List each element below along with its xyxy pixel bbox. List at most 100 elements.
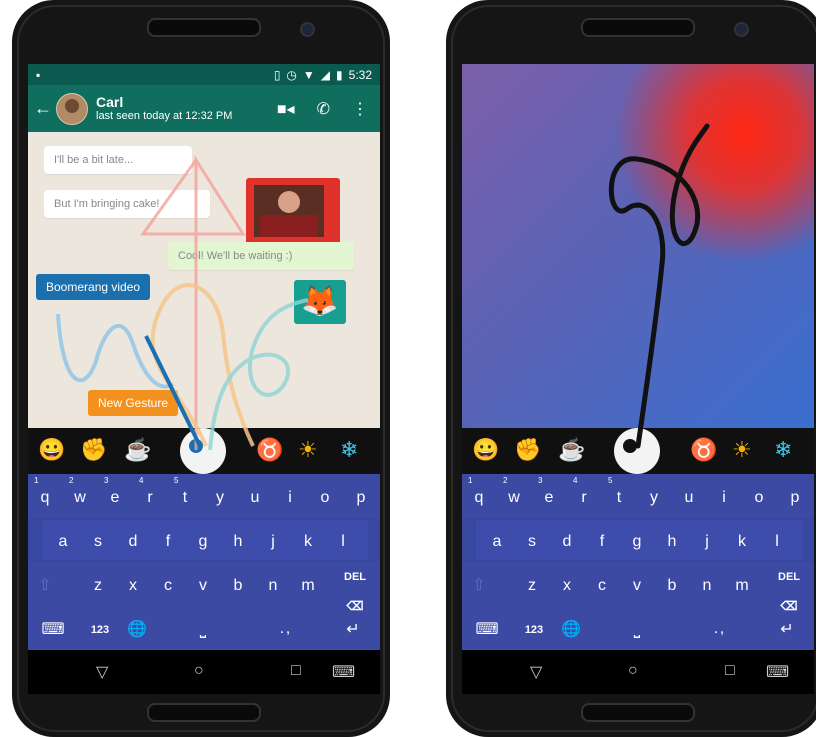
recents-nav-icon[interactable]: □ xyxy=(291,662,301,680)
space-key[interactable]: ⎵ xyxy=(592,606,682,650)
key-a[interactable]: a xyxy=(480,518,514,562)
key-w[interactable]: 2w xyxy=(63,474,97,518)
key-g[interactable]: g xyxy=(620,518,654,562)
key-k[interactable]: k xyxy=(725,518,759,562)
key-f[interactable]: f xyxy=(151,518,185,562)
key-g[interactable]: g xyxy=(186,518,220,562)
key-k[interactable]: k xyxy=(291,518,325,562)
globe-icon[interactable]: 🌐 xyxy=(554,606,588,650)
key-p[interactable]: p xyxy=(778,474,812,518)
key-f[interactable]: f xyxy=(585,518,619,562)
key-m[interactable]: m xyxy=(725,562,759,606)
key-r[interactable]: 4r xyxy=(567,474,601,518)
key-c[interactable]: c xyxy=(585,562,619,606)
home-nav-icon[interactable]: ○ xyxy=(194,662,204,680)
avatar[interactable] xyxy=(56,92,88,125)
numbers-key[interactable]: 123 xyxy=(80,606,120,650)
gesture-button[interactable] xyxy=(180,428,226,474)
shift-icon[interactable]: ⇧ xyxy=(462,562,496,606)
back-nav-icon[interactable]: ▽ xyxy=(96,662,108,682)
key-e[interactable]: 3e xyxy=(532,474,566,518)
boomerang-video-label[interactable]: Boomerang video xyxy=(36,274,151,300)
delete-key[interactable]: DEL ⌫ xyxy=(338,562,372,612)
contact-info[interactable]: Carl last seen today at 12:32 PM xyxy=(96,94,232,123)
shift-icon[interactable]: ⇧ xyxy=(28,562,62,606)
keyboard-switch-icon[interactable]: ⌨ xyxy=(332,662,355,682)
key-a[interactable]: a xyxy=(46,518,80,562)
taurus-icon[interactable]: ♉ xyxy=(690,436,717,464)
snowflake-icon[interactable]: ❄ xyxy=(774,436,792,464)
home-nav-icon[interactable]: ○ xyxy=(628,662,638,680)
key-z[interactable]: z xyxy=(81,562,115,606)
key-n[interactable]: n xyxy=(256,562,290,606)
key-y[interactable]: y xyxy=(637,474,671,518)
key-j[interactable]: j xyxy=(690,518,724,562)
globe-icon[interactable]: 🌐 xyxy=(120,606,154,650)
key-h[interactable]: h xyxy=(655,518,689,562)
smiley-face-icon[interactable]: 😀 xyxy=(38,436,65,464)
key-i[interactable]: i xyxy=(273,474,307,518)
fist-icon[interactable]: ✊ xyxy=(80,436,107,464)
numbers-key[interactable]: 123 xyxy=(514,606,554,650)
coffee-icon[interactable]: ☕ xyxy=(558,436,585,464)
keyboard-switch-icon[interactable]: ⌨ xyxy=(766,662,789,682)
smiley-face-icon[interactable]: 😀 xyxy=(472,436,499,464)
key-b[interactable]: b xyxy=(655,562,689,606)
space-key[interactable]: ⎵ xyxy=(158,606,248,650)
key-q[interactable]: 1q xyxy=(462,474,496,518)
key-m[interactable]: m xyxy=(291,562,325,606)
key-x[interactable]: x xyxy=(550,562,584,606)
key-u[interactable]: u xyxy=(238,474,272,518)
snowflake-icon[interactable]: ❄ xyxy=(340,436,358,464)
coffee-icon[interactable]: ☕ xyxy=(124,436,151,464)
image-message[interactable] xyxy=(246,178,340,248)
gesture-button[interactable] xyxy=(614,428,660,474)
key-c[interactable]: c xyxy=(151,562,185,606)
key-j[interactable]: j xyxy=(256,518,290,562)
key-l[interactable]: l xyxy=(760,518,794,562)
key-v[interactable]: v xyxy=(186,562,220,606)
key-r[interactable]: 4r xyxy=(133,474,167,518)
sun-icon[interactable]: ☀ xyxy=(298,436,318,464)
sun-icon[interactable]: ☀ xyxy=(732,436,752,464)
key-x[interactable]: x xyxy=(116,562,150,606)
back-arrow-icon[interactable]: ← xyxy=(32,98,54,119)
key-p[interactable]: p xyxy=(344,474,378,518)
punctuation-key[interactable]: . , xyxy=(702,606,736,650)
key-z[interactable]: z xyxy=(515,562,549,606)
back-nav-icon[interactable]: ▽ xyxy=(530,662,542,682)
key-o[interactable]: o xyxy=(308,474,342,518)
key-l[interactable]: l xyxy=(326,518,360,562)
key-o[interactable]: o xyxy=(742,474,776,518)
key-v[interactable]: v xyxy=(620,562,654,606)
delete-key[interactable]: DEL ⌫ xyxy=(772,562,806,612)
enter-icon[interactable]: ↵ xyxy=(770,606,804,650)
key-t[interactable]: 5t xyxy=(602,474,636,518)
phone-call-icon[interactable]: ✆ xyxy=(317,99,330,119)
key-d[interactable]: d xyxy=(550,518,584,562)
more-vert-icon[interactable]: ⋮ xyxy=(352,99,368,119)
taurus-icon[interactable]: ♉ xyxy=(256,436,283,464)
key-q[interactable]: 1q xyxy=(28,474,62,518)
key-s[interactable]: s xyxy=(515,518,549,562)
key-w[interactable]: 2w xyxy=(497,474,531,518)
key-d[interactable]: d xyxy=(116,518,150,562)
key-n[interactable]: n xyxy=(690,562,724,606)
enter-icon[interactable]: ↵ xyxy=(336,606,370,650)
key-i[interactable]: i xyxy=(707,474,741,518)
key-e[interactable]: 3e xyxy=(98,474,132,518)
fox-sticker[interactable]: 🦊 xyxy=(294,280,346,324)
key-t[interactable]: 5t xyxy=(168,474,202,518)
keyboard-icon[interactable]: ⌨ xyxy=(36,606,70,650)
key-y[interactable]: y xyxy=(203,474,237,518)
key-u[interactable]: u xyxy=(672,474,706,518)
video-call-icon[interactable]: ■◂ xyxy=(277,99,295,119)
fist-icon[interactable]: ✊ xyxy=(514,436,541,464)
key-s[interactable]: s xyxy=(81,518,115,562)
key-h[interactable]: h xyxy=(221,518,255,562)
recents-nav-icon[interactable]: □ xyxy=(725,662,735,680)
keyboard-icon[interactable]: ⌨ xyxy=(470,606,504,650)
new-gesture-label[interactable]: New Gesture xyxy=(88,390,179,416)
key-b[interactable]: b xyxy=(221,562,255,606)
punctuation-key[interactable]: . , xyxy=(268,606,302,650)
